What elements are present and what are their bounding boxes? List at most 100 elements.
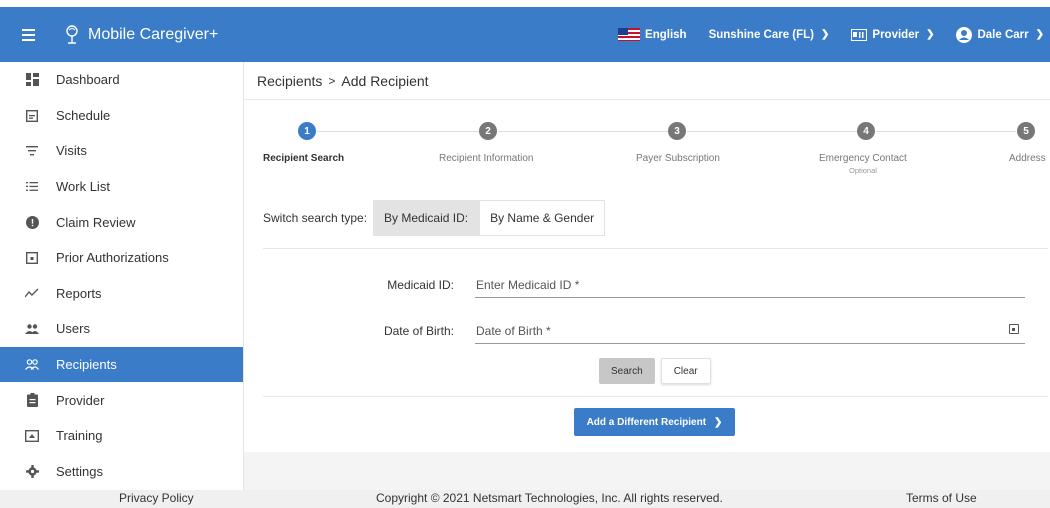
agency-label: Sunshine Care (FL) <box>708 28 815 41</box>
step-connector <box>876 131 1016 132</box>
role-label: Provider <box>872 28 920 41</box>
sidebar-item-reports[interactable]: Reports <box>0 276 243 312</box>
language-selector[interactable]: English <box>618 28 687 41</box>
chevron-down-icon: ❯ <box>821 29 830 40</box>
step-2-label: Recipient Information <box>439 153 534 164</box>
sidebar-item-label: Dashboard <box>56 72 120 88</box>
sidebar-item-label: Work List <box>56 179 110 195</box>
search-button[interactable]: Search <box>599 358 655 384</box>
medicaid-id-row: Medicaid ID: Enter Medicaid ID * <box>244 272 1050 302</box>
medicaid-id-label: Medicaid ID: <box>387 278 454 292</box>
step-4-circle[interactable]: 4 <box>857 122 875 140</box>
breadcrumb: Recipients > Add Recipient <box>244 62 1050 100</box>
logo-icon <box>64 24 80 46</box>
sidebar-item-label: Provider <box>56 392 105 408</box>
date-of-birth-row: Date of Birth: Date of Birth * <box>244 318 1050 348</box>
sidebar-item-settings[interactable]: Settings <box>0 454 243 490</box>
step-3-label: Payer Subscription <box>636 153 720 164</box>
dashboard-icon <box>24 72 40 88</box>
sidebar-item-users[interactable]: Users <box>0 311 243 347</box>
sidebar-item-label: Claim Review <box>56 214 136 230</box>
sidebar-nav: Dashboard Schedule Visits Work List Clai… <box>0 62 244 490</box>
filter-icon <box>24 143 40 159</box>
us-flag-icon <box>618 28 641 41</box>
privacy-policy-link[interactable]: Privacy Policy <box>119 491 194 505</box>
clipboard-icon <box>24 392 40 408</box>
top-app-bar: Mobile Caregiver+ English Sunshine Care … <box>0 7 1050 62</box>
id-card-icon <box>851 28 868 41</box>
sidebar-item-dashboard[interactable]: Dashboard <box>0 62 243 98</box>
step-2-circle[interactable]: 2 <box>479 122 497 140</box>
sidebar-item-provider[interactable]: Provider <box>0 382 243 418</box>
user-menu[interactable]: Dale Carr ❯ <box>956 26 1044 43</box>
user-name: Dale Carr <box>977 28 1029 41</box>
sidebar-item-label: Training <box>56 428 103 444</box>
sidebar-item-label: Visits <box>56 143 87 159</box>
by-name-gender-toggle[interactable]: By Name & Gender <box>479 200 606 236</box>
menu-icon[interactable] <box>22 28 42 41</box>
breadcrumb-current: Add Recipient <box>341 72 429 89</box>
footer: Privacy Policy Copyright © 2021 Netsmart… <box>0 490 1050 508</box>
step-4-label: Emergency Contact <box>819 153 907 164</box>
step-5-label: Address <box>1009 153 1046 164</box>
medicaid-id-input[interactable]: Enter Medicaid ID * <box>475 272 1025 298</box>
divider <box>263 248 1048 249</box>
by-medicaid-id-toggle[interactable]: By Medicaid ID: <box>373 200 480 236</box>
calendar-icon <box>24 107 40 123</box>
agency-selector[interactable]: Sunshine Care (FL) ❯ <box>709 29 830 41</box>
step-3-circle[interactable]: 3 <box>668 122 686 140</box>
date-of-birth-placeholder: Date of Birth * <box>476 323 551 338</box>
account-icon <box>956 26 973 43</box>
chevron-down-icon: ❯ <box>926 29 935 40</box>
role-selector[interactable]: Provider ❯ <box>851 28 935 41</box>
add-different-recipient-button[interactable]: Add a Different Recipient ❯ <box>574 408 735 436</box>
add-different-recipient-label: Add a Different Recipient <box>586 416 707 428</box>
calendar-event-icon <box>24 250 40 266</box>
app-title: Mobile Caregiver+ <box>88 25 219 43</box>
sidebar-item-label: Prior Authorizations <box>56 250 169 266</box>
step-connector <box>317 131 479 132</box>
step-connector <box>687 131 857 132</box>
breadcrumb-parent[interactable]: Recipients <box>257 73 322 89</box>
sidebar-item-label: Users <box>56 321 90 337</box>
sidebar-item-recipients[interactable]: Recipients <box>0 346 243 383</box>
step-4-sub: Optional <box>849 166 877 175</box>
sidebar-item-training[interactable]: Training <box>0 418 243 454</box>
language-label: English <box>645 28 687 41</box>
divider <box>263 396 1048 397</box>
main-content: Recipients > Add Recipient 1 Recipient S… <box>244 62 1050 452</box>
sidebar-item-schedule[interactable]: Schedule <box>0 98 243 134</box>
step-5-circle[interactable]: 5 <box>1017 122 1035 140</box>
step-1-circle[interactable]: 1 <box>298 122 316 140</box>
alert-icon <box>24 214 40 230</box>
terms-of-use-link[interactable]: Terms of Use <box>906 491 977 505</box>
sidebar-item-label: Settings <box>56 463 103 479</box>
sidebar-item-work-list[interactable]: Work List <box>0 169 243 205</box>
list-icon <box>24 179 40 195</box>
clear-button[interactable]: Clear <box>660 358 711 384</box>
search-type-label: Switch search type: <box>263 211 368 225</box>
chevron-down-icon: ❯ <box>1035 29 1044 40</box>
gear-icon <box>24 463 40 479</box>
date-of-birth-input[interactable]: Date of Birth * <box>475 318 1025 344</box>
breadcrumb-separator: > <box>328 73 336 88</box>
step-1-label: Recipient Search <box>263 153 345 164</box>
chevron-right-icon: ❯ <box>714 416 723 428</box>
search-type-switch: Switch search type: By Medicaid ID: By N… <box>263 200 606 236</box>
medicaid-id-placeholder: Enter Medicaid ID * <box>476 277 580 292</box>
training-icon <box>24 428 40 444</box>
step-connector <box>498 131 668 132</box>
date-of-birth-label: Date of Birth: <box>383 324 454 338</box>
copyright-text: Copyright © 2021 Netsmart Technologies, … <box>376 491 723 505</box>
sidebar-item-label: Recipients <box>56 357 117 373</box>
sidebar-item-prior-authorizations[interactable]: Prior Authorizations <box>0 240 243 276</box>
sidebar-item-claim-review[interactable]: Claim Review <box>0 204 243 240</box>
calendar-icon[interactable] <box>1009 324 1019 334</box>
sidebar-item-label: Reports <box>56 285 102 301</box>
sidebar-item-visits[interactable]: Visits <box>0 133 243 169</box>
users-icon <box>24 321 40 337</box>
form-actions: Search Clear <box>599 358 711 384</box>
stepper: 1 Recipient Search 2 Recipient Informati… <box>244 122 1050 182</box>
trend-icon <box>24 285 40 301</box>
recipients-icon <box>24 357 40 373</box>
